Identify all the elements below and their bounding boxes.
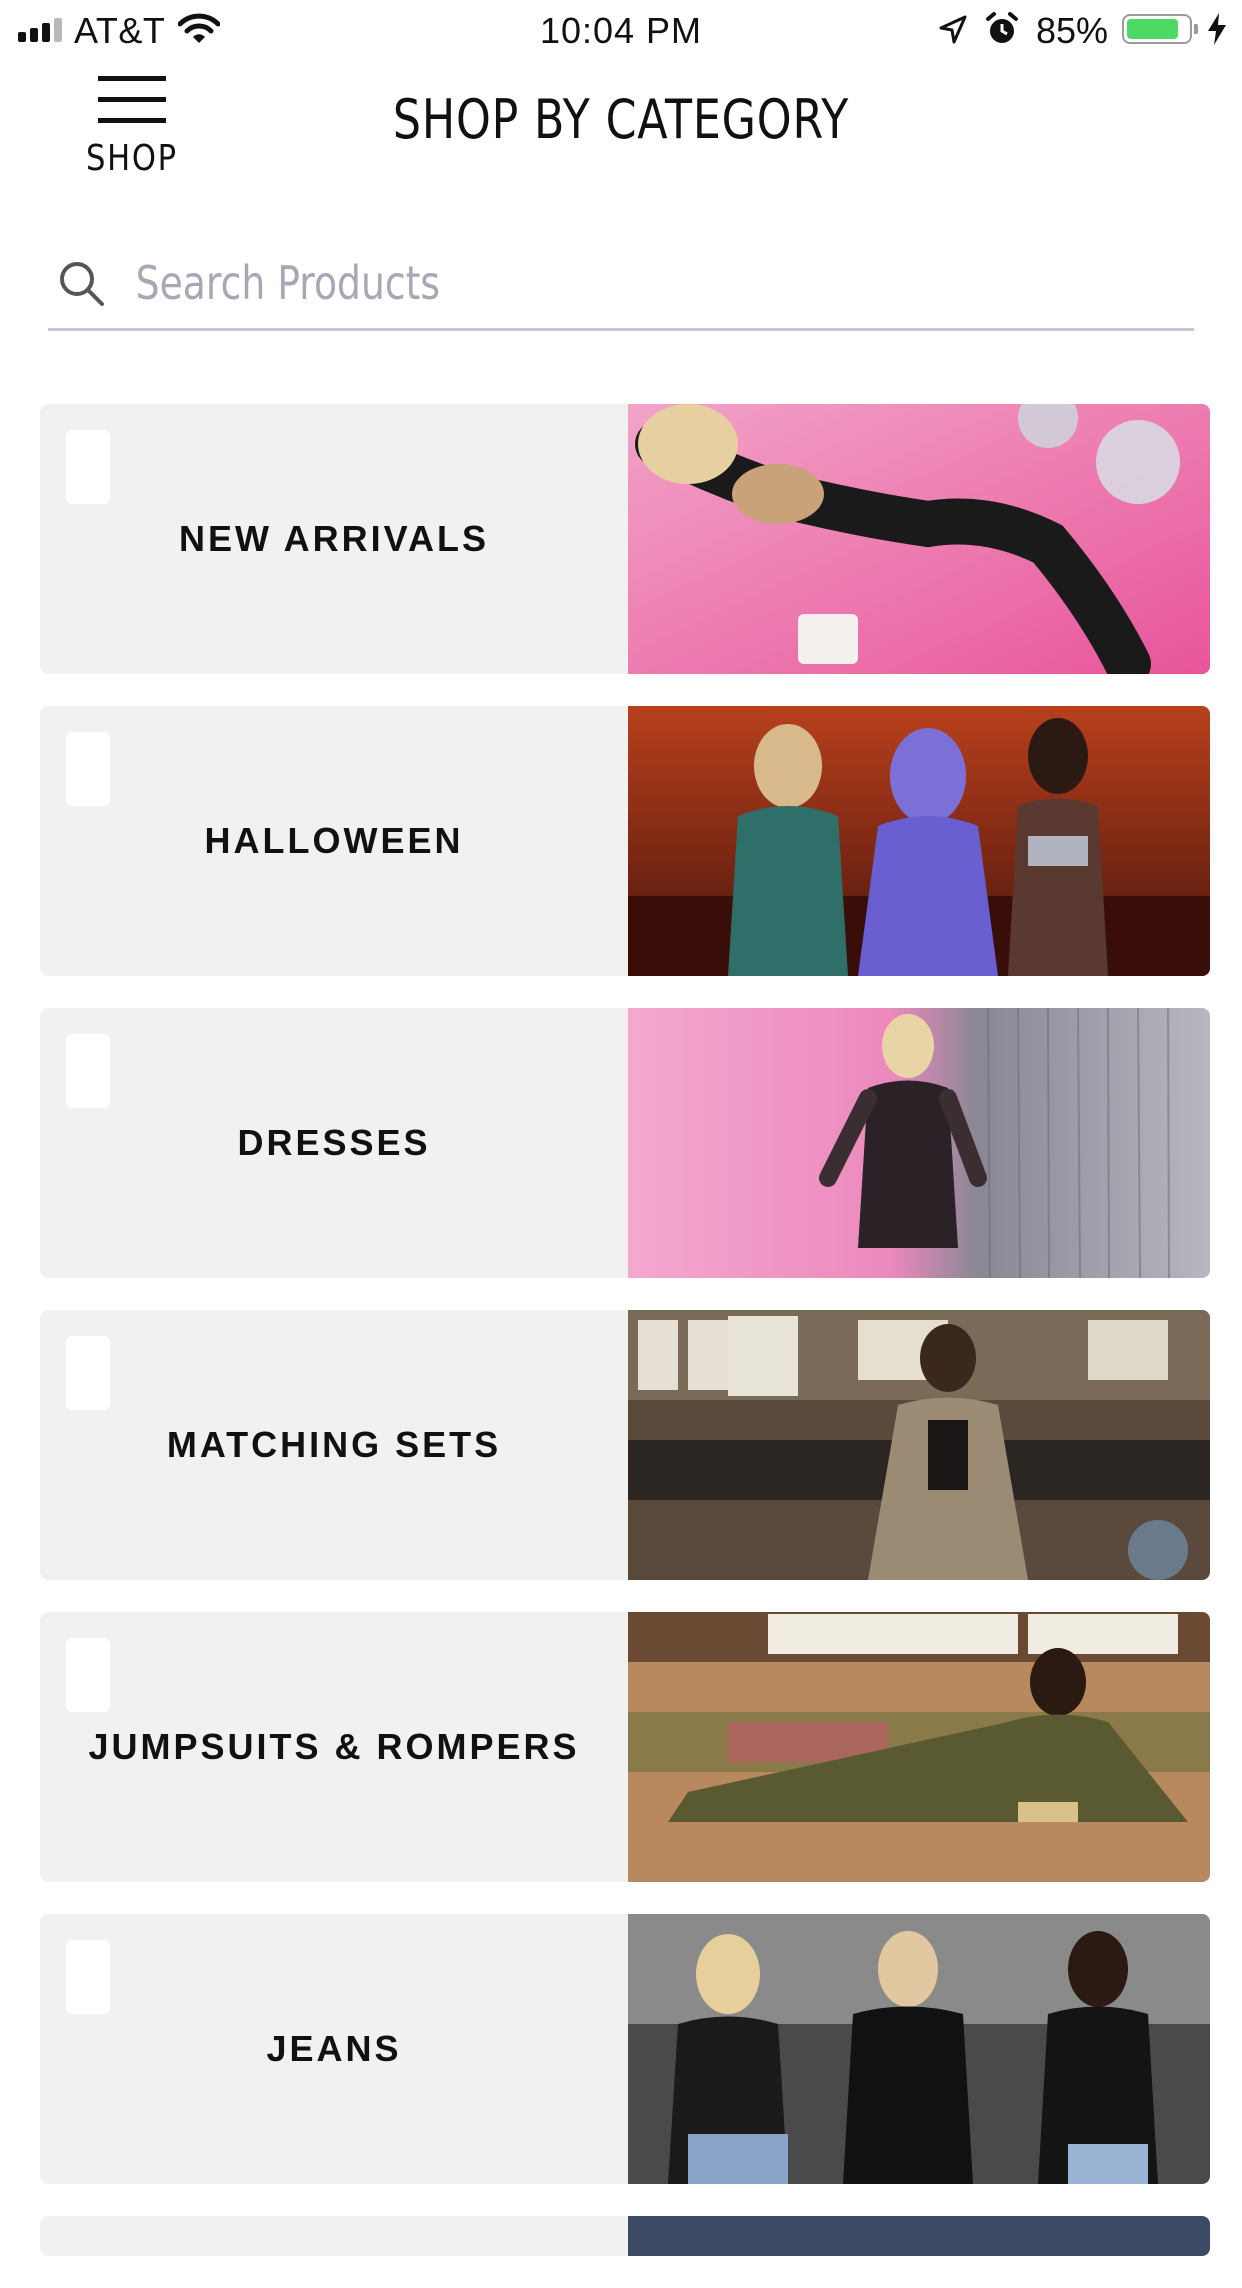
category-list: NEW ARRIVALS HALLOWEEN DRESSES MATCHING … (40, 404, 1210, 2288)
category-image (628, 1612, 1210, 1882)
category-image (628, 404, 1210, 674)
category-card-new-arrivals[interactable]: NEW ARRIVALS (40, 404, 1210, 674)
category-label: DRESSES (237, 1122, 431, 1163)
category-label: JEANS (266, 2028, 402, 2069)
category-label: MATCHING SETS (166, 1424, 502, 1465)
category-image (628, 1008, 1210, 1278)
charging-bolt-icon (1206, 12, 1228, 51)
category-label: JUMPSUITS & ROMPERS (88, 1726, 580, 1767)
page-title: SHOP BY CATEGORY (392, 88, 850, 151)
category-image (628, 2216, 1210, 2256)
search-input[interactable] (134, 252, 991, 314)
category-card-next[interactable] (40, 2216, 1210, 2256)
category-card-halloween[interactable]: HALLOWEEN (40, 706, 1210, 976)
battery-icon (1122, 14, 1192, 44)
battery-percent: 85% (1036, 10, 1109, 51)
category-card-jumpsuits-rompers[interactable]: JUMPSUITS & ROMPERS (40, 1612, 1210, 1882)
category-label: HALLOWEEN (204, 820, 464, 861)
category-image (628, 706, 1210, 976)
category-card-matching-sets[interactable]: MATCHING SETS (40, 1310, 1210, 1580)
location-arrow-icon (938, 14, 968, 51)
search-bar[interactable] (48, 240, 1194, 331)
category-card-jeans[interactable]: JEANS (40, 1914, 1210, 2184)
category-image (628, 1914, 1210, 2184)
search-icon (58, 260, 106, 313)
category-label: NEW ARRIVALS (179, 518, 489, 559)
alarm-clock-icon (984, 11, 1020, 52)
category-image (628, 1310, 1210, 1580)
category-card-dresses[interactable]: DRESSES (40, 1008, 1210, 1278)
status-bar: AT&T 10:04 PM 85% (0, 0, 1242, 62)
